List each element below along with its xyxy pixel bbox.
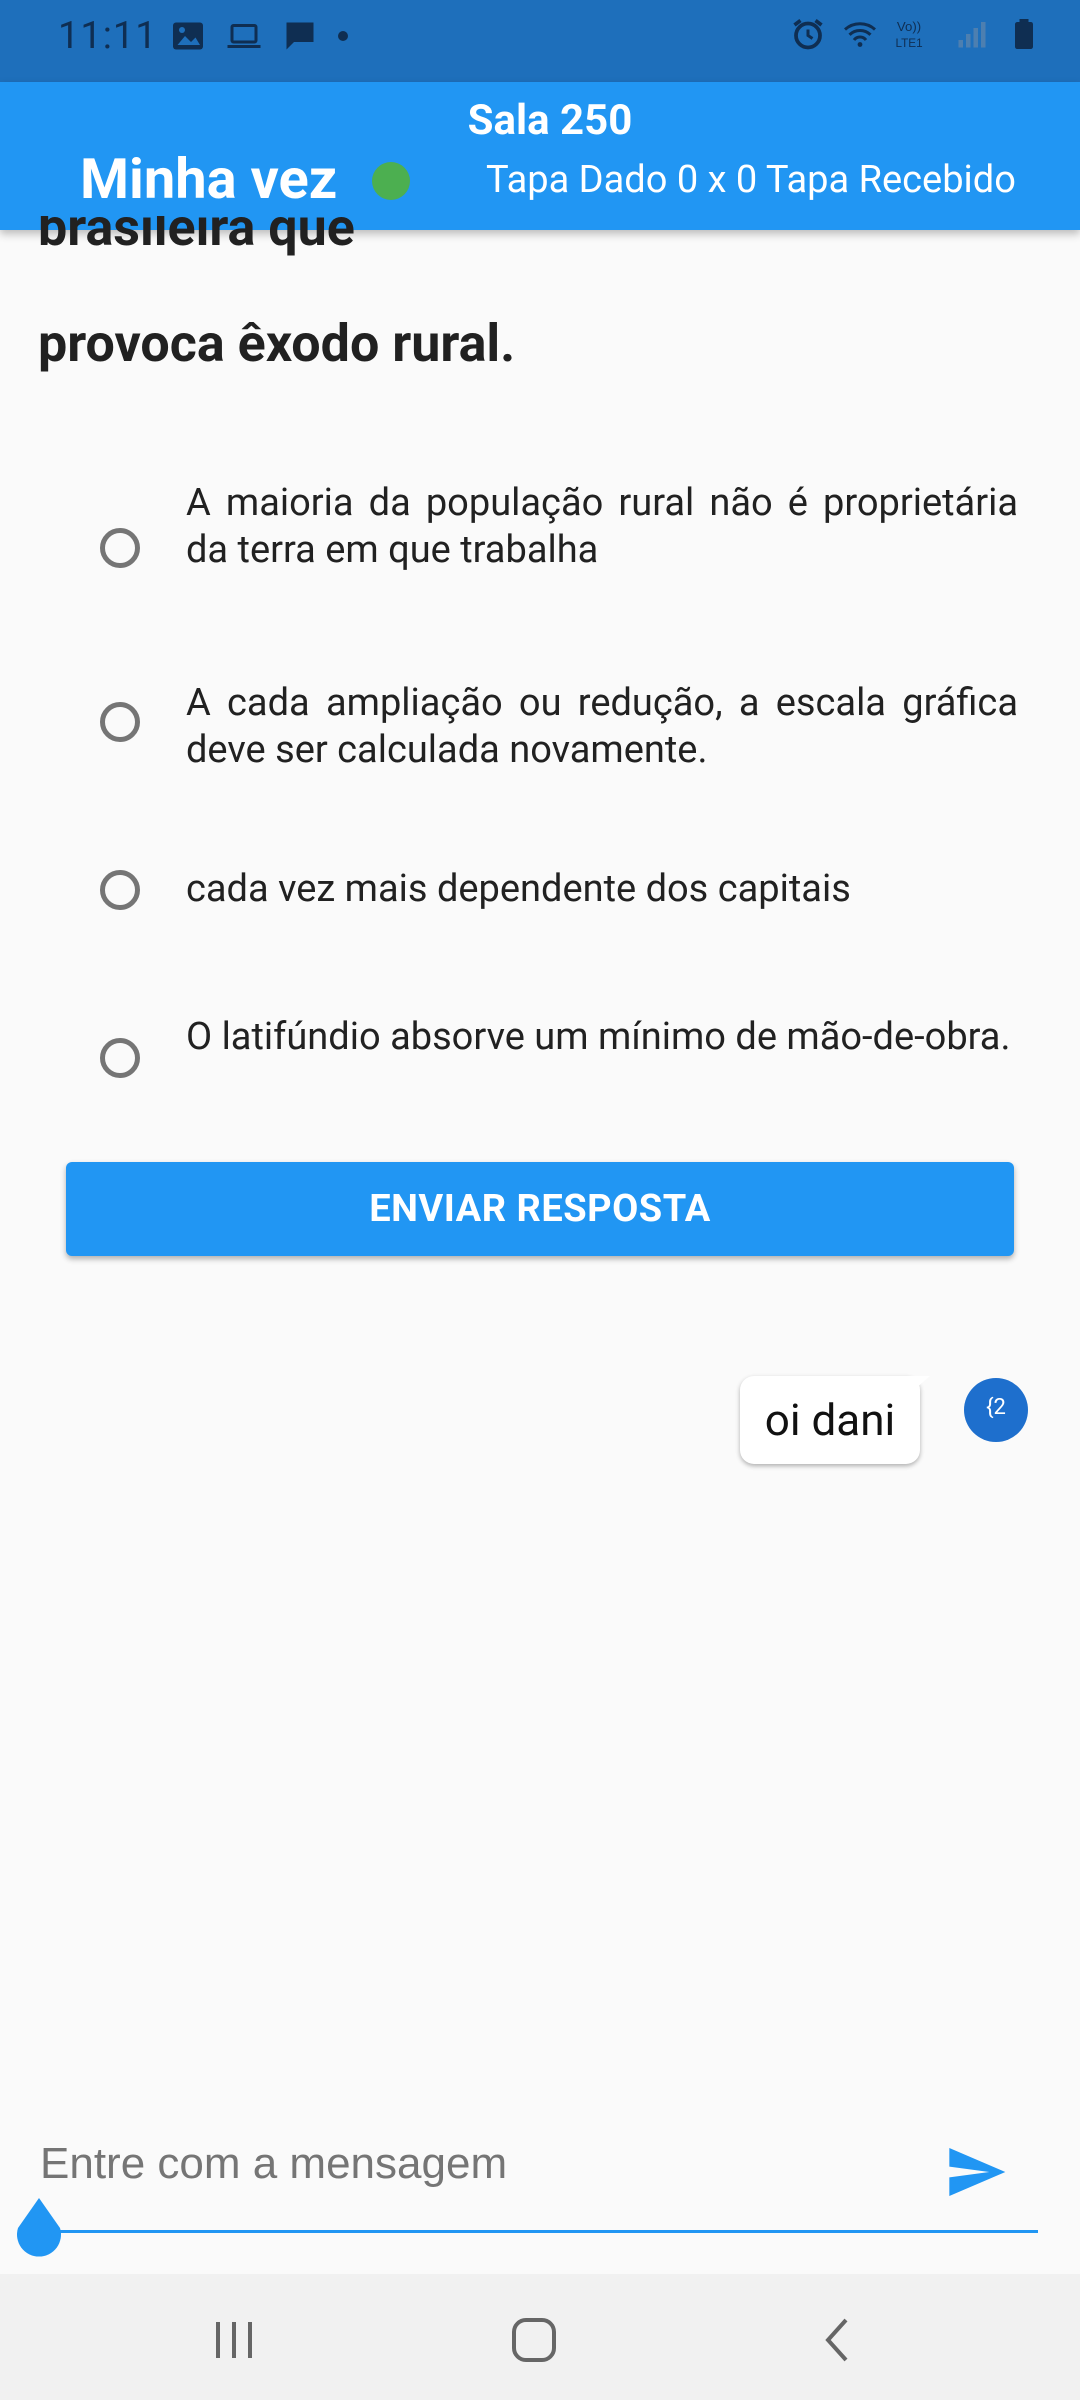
battery-icon bbox=[1015, 19, 1033, 49]
chat-message-bubble: oi dani bbox=[740, 1376, 920, 1464]
option-text: A cada ampliação ou redução, a escala gr… bbox=[186, 681, 1018, 772]
system-icons: Vo)) LTE1 bbox=[790, 16, 1042, 52]
option-text: A maioria da população rural não é propr… bbox=[186, 481, 1018, 572]
wifi-icon bbox=[844, 22, 876, 47]
radio-button[interactable] bbox=[100, 702, 140, 742]
chat-icon bbox=[286, 22, 314, 50]
submit-answer-button[interactable]: ENVIAR RESPOSTA bbox=[66, 1162, 1014, 1256]
radio-button[interactable] bbox=[100, 1038, 140, 1078]
signal-icon bbox=[958, 22, 986, 48]
svg-text:LTE1: LTE1 bbox=[895, 37, 922, 50]
question-line: provoca êxodo rural. bbox=[38, 313, 516, 374]
volte-icon: Vo)) LTE1 bbox=[895, 19, 922, 50]
input-underline bbox=[38, 2230, 1038, 2233]
laptop-icon bbox=[227, 24, 261, 48]
back-icon[interactable] bbox=[810, 2312, 866, 2368]
home-icon[interactable] bbox=[506, 2312, 562, 2368]
alarm-icon bbox=[793, 19, 823, 50]
image-icon bbox=[173, 22, 203, 50]
text-cursor-handle-icon[interactable] bbox=[10, 2196, 68, 2258]
send-icon[interactable] bbox=[944, 2140, 1008, 2204]
turn-label: Minha vez bbox=[80, 146, 338, 212]
clock: 11:11 bbox=[58, 14, 158, 58]
radio-button[interactable] bbox=[100, 870, 140, 910]
status-bar: 11:11 Vo)) LTE1 bbox=[0, 0, 1080, 82]
dot-icon bbox=[338, 31, 348, 41]
question-partial-line: brasileira que bbox=[38, 216, 355, 258]
room-title: Sala 250 bbox=[467, 96, 633, 145]
option-text: cada vez mais dependente dos capitais bbox=[186, 867, 851, 911]
avatar[interactable]: {2 bbox=[964, 1378, 1028, 1442]
svg-text:Vo)): Vo)) bbox=[897, 19, 921, 34]
online-status-indicator bbox=[372, 162, 410, 200]
recent-apps-icon[interactable] bbox=[206, 2312, 262, 2368]
message-input[interactable] bbox=[38, 2138, 922, 2190]
notification-icons bbox=[170, 18, 348, 54]
radio-button[interactable] bbox=[100, 528, 140, 568]
score-text: Tapa Dado 0 x 0 Tapa Recebido bbox=[486, 158, 1016, 202]
message-input-area bbox=[38, 2130, 1038, 2233]
option-text: O latifúndio absorve um mínimo de mão-de… bbox=[186, 1015, 1011, 1059]
chat-bubble-tail bbox=[900, 1376, 930, 1402]
system-nav-bar bbox=[0, 2274, 1080, 2400]
app-bar: Sala 250 Minha vez Tapa Dado 0 x 0 Tapa … bbox=[0, 82, 1080, 230]
